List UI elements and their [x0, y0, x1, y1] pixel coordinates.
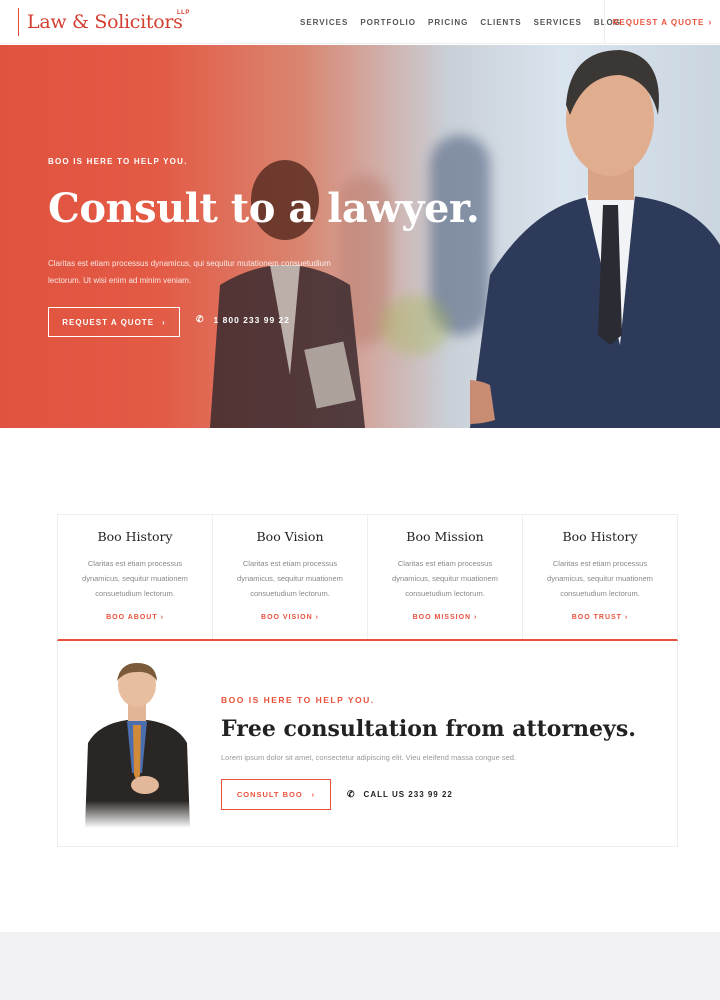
consult-description: Lorem ipsum dolor sit amet, consectetur … [221, 753, 517, 762]
feature-text: Claritas est etiam processus dynamicus, … [82, 559, 188, 598]
chevron-right-icon: › [160, 614, 164, 621]
hero-section: BOO IS HERE TO HELP YOU. Consult to a la… [0, 45, 720, 428]
logo[interactable]: Law & Solicitors LLP [18, 8, 189, 36]
lawyer-illustration [470, 50, 720, 428]
feature-link-about[interactable]: BOO ABOUT › [58, 614, 212, 621]
feature-link-mission[interactable]: BOO MISSION › [368, 614, 522, 621]
chevron-right-icon: › [315, 614, 319, 621]
feature-card: Boo Vision Claritas est etiam processus … [213, 515, 368, 639]
hero-content: BOO IS HERE TO HELP YOU. Consult to a la… [48, 45, 480, 428]
main-nav: SERVICES PORTFOLIO PRICING CLIENTS SERVI… [294, 0, 627, 44]
nav-item-portfolio[interactable]: PORTFOLIO [360, 18, 416, 27]
feature-title: Boo Mission [406, 529, 484, 544]
request-quote-button-label: REQUEST A QUOTE [62, 317, 155, 327]
chevron-right-icon: › [474, 614, 478, 621]
feature-link-trust[interactable]: BOO TRUST › [523, 614, 677, 621]
feature-text: Claritas est etiam processus dynamicus, … [237, 559, 343, 598]
consult-button[interactable]: CONSULT BOO › [221, 779, 331, 810]
footer-band [0, 932, 720, 1000]
nav-item-services[interactable]: SERVICES [300, 18, 348, 27]
feature-card: Boo History Claritas est etiam processus… [523, 515, 677, 639]
nav-item-clients[interactable]: CLIENTS [480, 18, 521, 27]
feature-text: Claritas est etiam processus dynamicus, … [392, 559, 498, 598]
hero-eyebrow: BOO IS HERE TO HELP YOU. [48, 157, 188, 166]
attorney-portrait [85, 663, 190, 828]
feature-link-label: BOO MISSION [412, 614, 472, 621]
logo-text: Law & Solicitors [27, 11, 183, 33]
feature-link-label: BOO VISION [261, 614, 313, 621]
phone-icon: ✆ [347, 789, 356, 799]
hero-title: Consult to a lawyer. [48, 185, 480, 232]
feature-boxes: Boo History Claritas est etiam processus… [57, 514, 678, 641]
chevron-right-icon: › [311, 790, 316, 799]
phone-icon: ✆ [196, 314, 205, 324]
hero-phone-number: 1 800 233 99 22 [213, 314, 290, 325]
hero-phone-link[interactable]: ✆ 1 800 233 99 22 [196, 314, 290, 325]
logo-superscript: LLP [177, 10, 190, 16]
feature-link-vision[interactable]: BOO VISION › [213, 614, 367, 621]
feature-link-label: BOO ABOUT [106, 614, 158, 621]
feature-title: Boo Vision [256, 529, 324, 544]
nav-item-pricing[interactable]: PRICING [428, 18, 468, 27]
feature-card: Boo History Claritas est etiam processus… [58, 515, 213, 639]
request-quote-button[interactable]: REQUEST A QUOTE › [48, 307, 180, 337]
chevron-right-icon: › [162, 317, 166, 327]
feature-card: Boo Mission Claritas est etiam processus… [368, 515, 523, 639]
consult-phone-link[interactable]: ✆ CALL US 233 99 22 [347, 789, 453, 800]
feature-title: Boo History [97, 529, 173, 544]
consultation-section: BOO IS HERE TO HELP YOU. Free consultati… [57, 641, 678, 847]
consult-phone-number: CALL US 233 99 22 [363, 790, 453, 799]
chevron-right-icon: › [708, 17, 713, 27]
request-quote-label: REQUEST A QUOTE [612, 17, 705, 27]
feature-link-label: BOO TRUST [571, 614, 622, 621]
feature-text: Claritas est etiam processus dynamicus, … [547, 559, 653, 598]
consult-title: Free consultation from attorneys. [221, 716, 636, 742]
nav-item-services-2[interactable]: SERVICES [534, 18, 582, 27]
feature-title: Boo History [562, 529, 638, 544]
hero-description-line: Claritas est etiam processus dynamicus, … [48, 259, 331, 268]
hero-description-line: lectorum. Ut wisi enim ad minim veniam. [48, 276, 192, 285]
consult-eyebrow: BOO IS HERE TO HELP YOU. [221, 695, 375, 705]
site-header: Law & Solicitors LLP SERVICES PORTFOLIO … [0, 0, 720, 44]
chevron-right-icon: › [624, 614, 629, 621]
consult-button-label: CONSULT BOO [236, 790, 303, 799]
request-quote-header-button[interactable]: REQUEST A QUOTE › [604, 0, 720, 44]
hero-description: Claritas est etiam processus dynamicus, … [48, 255, 348, 289]
